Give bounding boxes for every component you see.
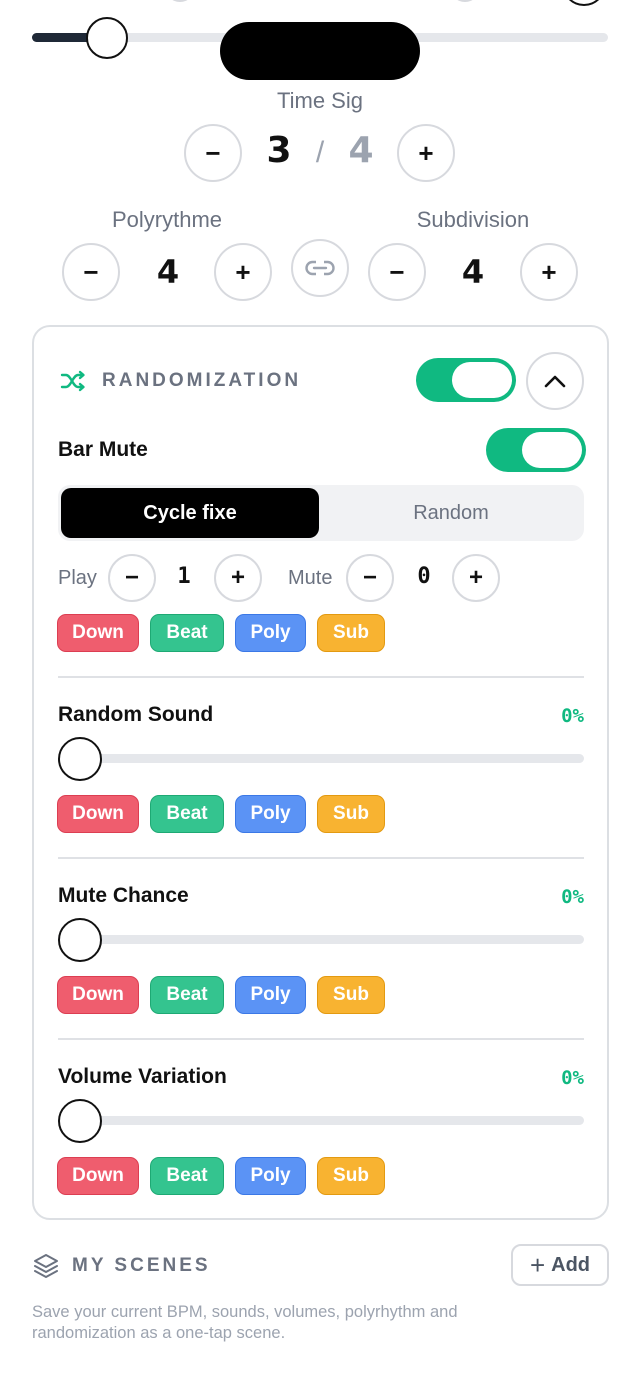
volume-variation-chip-down[interactable]: Down bbox=[57, 1157, 139, 1195]
subdivision-plus-button[interactable]: + bbox=[520, 243, 578, 301]
time-sig-label: Time Sig bbox=[277, 88, 363, 113]
section-divider bbox=[58, 676, 584, 678]
volume-variation-chip-poly[interactable]: Poly bbox=[235, 1157, 306, 1195]
random-sound-track bbox=[58, 754, 584, 763]
volume-variation-thumb[interactable] bbox=[58, 1099, 102, 1143]
mute-chance-slider[interactable] bbox=[58, 917, 584, 963]
layers-icon bbox=[34, 1254, 58, 1278]
redacted-pill bbox=[220, 22, 420, 80]
subdivision-label: Subdivision bbox=[416, 207, 530, 232]
volume-variation-chip-sub[interactable]: Sub bbox=[317, 1157, 385, 1195]
mute-plus-button[interactable]: + bbox=[452, 554, 500, 602]
time-sig-plus-button[interactable]: + bbox=[397, 124, 455, 182]
mute-label: Mute bbox=[288, 567, 333, 589]
bar-mute-mode-segmented: Cycle fixe Random bbox=[58, 485, 584, 541]
time-sig-denominator: 4 bbox=[348, 130, 374, 171]
random-sound-thumb[interactable] bbox=[58, 737, 102, 781]
section-divider bbox=[58, 1038, 584, 1040]
my-scenes-description: Save your current BPM, sounds, volumes, … bbox=[32, 1303, 458, 1342]
volume-variation-slider[interactable] bbox=[58, 1098, 584, 1144]
random-sound-label: Random Sound bbox=[58, 703, 214, 726]
bar-mute-toggle[interactable] bbox=[486, 428, 586, 472]
random-sound-chip-poly[interactable]: Poly bbox=[235, 795, 306, 833]
chevron-up-icon bbox=[544, 375, 566, 388]
bar-mute-chip-beat[interactable]: Beat bbox=[150, 614, 224, 652]
link-icon bbox=[305, 260, 335, 276]
subdivision-value: 4 bbox=[461, 253, 485, 291]
mute-chance-label: Mute Chance bbox=[58, 884, 189, 907]
bar-mute-chip-poly[interactable]: Poly bbox=[235, 614, 306, 652]
play-label: Play bbox=[58, 567, 97, 589]
random-sound-chip-beat[interactable]: Beat bbox=[150, 795, 224, 833]
randomization-toggle[interactable] bbox=[416, 358, 516, 402]
randomization-title: RANDOMIZATION bbox=[102, 370, 302, 391]
bar-mute-label: Bar Mute bbox=[58, 438, 148, 461]
add-scene-label: Add bbox=[551, 1253, 591, 1276]
top-cut-button[interactable] bbox=[562, 0, 606, 6]
mute-chance-track bbox=[58, 935, 584, 944]
time-sig-minus-button[interactable]: − bbox=[184, 124, 242, 182]
tempo-slider-thumb[interactable] bbox=[86, 17, 128, 59]
mute-chance-chip-poly[interactable]: Poly bbox=[235, 976, 306, 1014]
time-sig-slash: / bbox=[315, 136, 325, 169]
section-divider bbox=[58, 857, 584, 859]
random-sound-chip-down[interactable]: Down bbox=[57, 795, 139, 833]
play-plus-button[interactable]: + bbox=[214, 554, 262, 602]
mute-chance-thumb[interactable] bbox=[58, 918, 102, 962]
bar-mute-chip-down[interactable]: Down bbox=[57, 614, 139, 652]
my-scenes-title: MY SCENES bbox=[72, 1255, 211, 1276]
randomization-card: RANDOMIZATION Bar Mute Cycle fixe Random… bbox=[32, 325, 609, 1220]
play-value: 1 bbox=[177, 564, 191, 589]
volume-variation-track bbox=[58, 1116, 584, 1125]
mute-chance-chip-down[interactable]: Down bbox=[57, 976, 139, 1014]
mode-random[interactable]: Random bbox=[321, 488, 581, 538]
volume-variation-chip-beat[interactable]: Beat bbox=[150, 1157, 224, 1195]
mode-cycle-fixe[interactable]: Cycle fixe bbox=[61, 488, 319, 538]
random-sound-chip-sub[interactable]: Sub bbox=[317, 795, 385, 833]
mute-value: 0 bbox=[417, 564, 431, 589]
polyrythme-plus-button[interactable]: + bbox=[214, 243, 272, 301]
mute-chance-percent: 0% bbox=[561, 886, 584, 908]
link-button[interactable] bbox=[291, 239, 349, 297]
top-cut-decoration bbox=[165, 0, 195, 2]
add-scene-button[interactable]: + Add bbox=[511, 1244, 609, 1286]
volume-variation-percent: 0% bbox=[561, 1067, 584, 1089]
polyrythme-value: 4 bbox=[156, 253, 180, 291]
random-sound-percent: 0% bbox=[561, 705, 584, 727]
mute-chance-chip-beat[interactable]: Beat bbox=[150, 976, 224, 1014]
play-minus-button[interactable]: − bbox=[108, 554, 156, 602]
bar-mute-chip-sub[interactable]: Sub bbox=[317, 614, 385, 652]
time-sig-numerator: 3 bbox=[266, 130, 292, 171]
polyrythme-label: Polyrythme bbox=[111, 207, 223, 232]
mute-chance-chip-sub[interactable]: Sub bbox=[317, 976, 385, 1014]
volume-variation-label: Volume Variation bbox=[58, 1065, 227, 1088]
collapse-button[interactable] bbox=[526, 352, 584, 410]
polyrythme-minus-button[interactable]: − bbox=[62, 243, 120, 301]
subdivision-minus-button[interactable]: − bbox=[368, 243, 426, 301]
random-sound-slider[interactable] bbox=[58, 736, 584, 782]
shuffle-icon bbox=[60, 370, 85, 392]
plus-icon: + bbox=[529, 1250, 546, 1280]
mute-minus-button[interactable]: − bbox=[346, 554, 394, 602]
top-cut-decoration bbox=[450, 0, 480, 2]
